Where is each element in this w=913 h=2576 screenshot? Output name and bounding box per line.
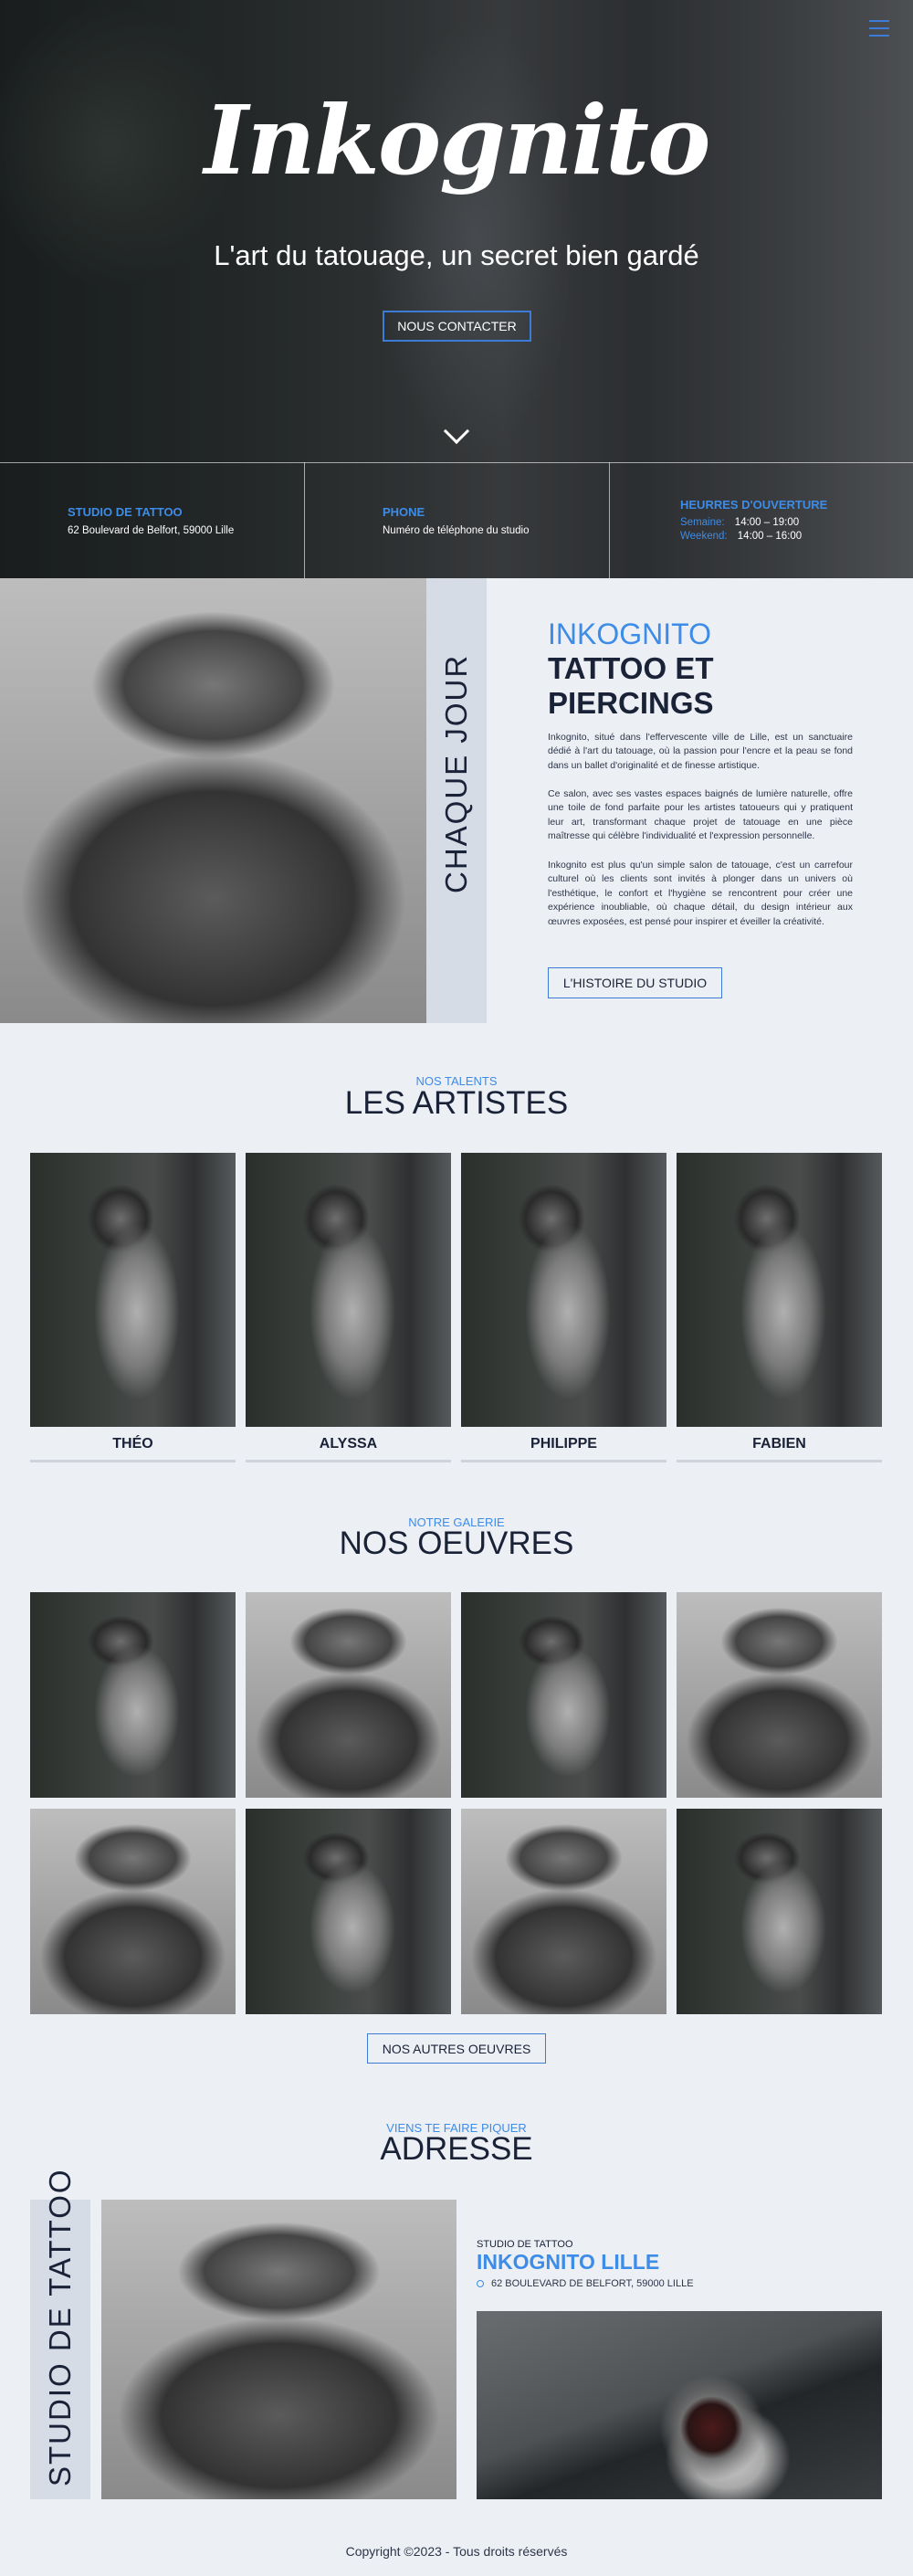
artist-underline [677, 1460, 882, 1462]
studio-name: INKOGNITO LILLE [477, 2250, 660, 2274]
hero-title: Inkognito [204, 84, 711, 196]
artist-name[interactable]: PHILIPPE [461, 1436, 666, 1452]
about-paragraph: Ce salon, avec ses vastes espaces baigné… [548, 788, 853, 842]
address-small-label: STUDIO DE TATTOO [477, 2239, 573, 2250]
gallery-image[interactable] [677, 1592, 882, 1798]
artist-photo[interactable] [677, 1153, 882, 1427]
phone-info-title: PHONE [383, 505, 425, 519]
studio-info-title: STUDIO DE TATTOO [68, 505, 183, 519]
gallery-image[interactable] [30, 1592, 236, 1798]
artist-underline [461, 1460, 666, 1462]
artist-underline [30, 1460, 236, 1462]
about-kicker: INKOGNITO [548, 618, 711, 650]
info-bar-separator [609, 462, 610, 578]
artists-title: LES ARTISTES [344, 1085, 569, 1121]
gallery-image[interactable] [461, 1592, 666, 1798]
info-bar-separator [304, 462, 305, 578]
address-photo [101, 2200, 456, 2499]
about-title: TATTOO ET PIERCINGS [548, 651, 714, 720]
map-pin-icon [477, 2280, 484, 2288]
studio-history-button[interactable]: L'HISTOIRE DU STUDIO [548, 967, 722, 998]
info-bar-divider [0, 462, 913, 463]
studio-info-address: 62 Boulevard de Belfort, 59000 Lille [68, 525, 235, 536]
hero-subtitle: L'art du tatouage, un secret bien gardé [214, 239, 699, 271]
hours-info-title: HEURRES D'OUVERTURE [680, 498, 828, 512]
more-works-button[interactable]: NOS AUTRES OEUVRES [367, 2033, 546, 2064]
address-line: 62 BOULEVARD DE BELFORT, 59000 LILLE [477, 2278, 694, 2289]
studio-side-label: STUDIO DE TATTOO [43, 2168, 77, 2486]
contact-button[interactable]: NOUS CONTACTER [383, 311, 531, 342]
gallery-image[interactable] [30, 1809, 236, 2014]
artist-name[interactable]: FABIEN [677, 1436, 882, 1452]
hours-day: Weekend: [680, 531, 728, 542]
gallery-image[interactable] [461, 1809, 666, 2014]
hours-time: 14:00 – 16:00 [737, 531, 803, 542]
artist-name[interactable]: THÉO [30, 1436, 236, 1452]
hours-day: Semaine: [680, 517, 725, 528]
address-title: ADRESSE [380, 2131, 533, 2167]
artist-underline [246, 1460, 451, 1462]
artist-name[interactable]: ALYSSA [246, 1436, 451, 1452]
about-photo [0, 578, 426, 1023]
footer-copyright: Copyright ©2023 - Tous droits réservés [345, 2544, 568, 2559]
chaque-jour-label: CHAQUE JOUR [439, 653, 473, 893]
about-paragraph: Inkognito est plus qu'un simple salon de… [548, 860, 853, 927]
compass-photo [477, 2311, 882, 2499]
phone-info-text[interactable]: Numéro de téléphone du studio [383, 525, 529, 536]
street-address: 62 BOULEVARD DE BELFORT, 59000 LILLE [491, 2278, 694, 2289]
gallery-title: NOS OEUVRES [339, 1526, 574, 1561]
menu-icon[interactable] [869, 20, 889, 42]
artist-photo[interactable] [246, 1153, 451, 1427]
artist-photo[interactable] [30, 1153, 236, 1427]
gallery-image[interactable] [246, 1592, 451, 1798]
hours-row: Semaine: 14:00 – 19:00 [680, 517, 799, 528]
gallery-image[interactable] [246, 1809, 451, 2014]
about-paragraph: Inkognito, situé dans l'effervescente vi… [548, 732, 853, 771]
hero-section: Inkognito L'art du tatouage, un secret b… [0, 0, 913, 578]
hours-row: Weekend: 14:00 – 16:00 [680, 531, 802, 542]
hours-time: 14:00 – 19:00 [734, 517, 800, 528]
artist-photo[interactable] [461, 1153, 666, 1427]
gallery-image[interactable] [677, 1809, 882, 2014]
